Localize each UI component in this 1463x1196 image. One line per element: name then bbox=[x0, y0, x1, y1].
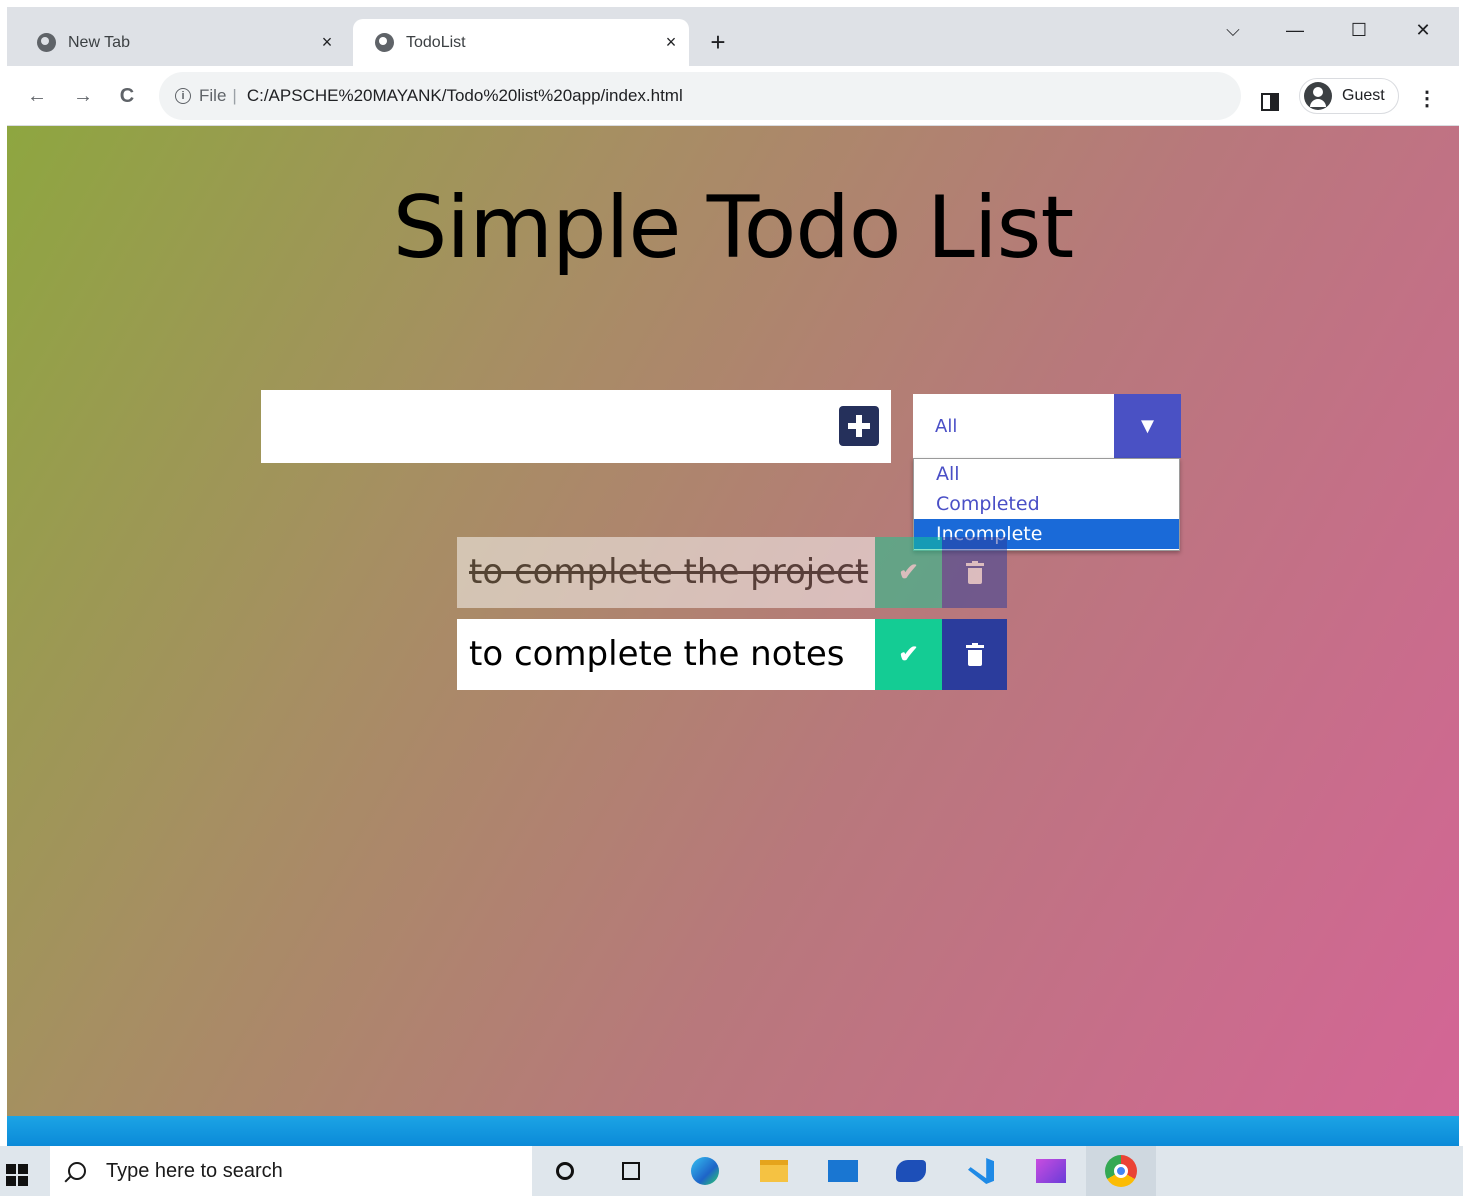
delete-button[interactable] bbox=[942, 619, 1007, 690]
paint-icon[interactable] bbox=[894, 1156, 928, 1186]
tab-strip: New Tab × TodoList × + ⌵ — ☐ ✕ bbox=[7, 7, 1459, 66]
trash-icon bbox=[965, 560, 984, 585]
add-todo-button[interactable] bbox=[839, 406, 879, 446]
browser-toolbar: ← → C i File | C:/APSCHE%20MAYANK/Todo%2… bbox=[7, 66, 1459, 126]
edge-icon[interactable] bbox=[688, 1156, 722, 1186]
url-text[interactable]: C:/APSCHE%20MAYANK/Todo%20list%20app/ind… bbox=[247, 86, 683, 106]
globe-icon bbox=[375, 33, 394, 52]
page-title: Simple Todo List bbox=[392, 178, 1074, 278]
clip-icon[interactable] bbox=[1034, 1156, 1068, 1186]
back-button[interactable]: ← bbox=[21, 80, 53, 112]
cortana-icon[interactable] bbox=[548, 1156, 582, 1186]
page-content: Simple Todo List All ▼ All Completed Inc… bbox=[7, 126, 1459, 1123]
tab-search-icon[interactable]: ⌵ bbox=[1211, 13, 1255, 47]
tab-close-icon[interactable]: × bbox=[315, 31, 339, 55]
globe-icon bbox=[37, 33, 56, 52]
todo-text: to complete the notes bbox=[457, 619, 875, 690]
profile-label: Guest bbox=[1342, 87, 1385, 104]
minimize-button[interactable]: — bbox=[1273, 13, 1317, 47]
dropdown-arrow-icon[interactable]: ▼ bbox=[1114, 394, 1181, 458]
delete-button[interactable] bbox=[942, 537, 1007, 608]
tab-title: TodoList bbox=[406, 33, 466, 51]
check-icon: ✔ bbox=[898, 559, 919, 586]
vscode-icon[interactable] bbox=[964, 1156, 998, 1186]
search-placeholder: Type here to search bbox=[106, 1159, 283, 1182]
check-icon: ✔ bbox=[898, 641, 919, 668]
filter-option-all[interactable]: All bbox=[914, 459, 1179, 489]
complete-button[interactable]: ✔ bbox=[875, 537, 942, 608]
tab-title: New Tab bbox=[68, 33, 130, 51]
taskbar-search[interactable]: Type here to search bbox=[50, 1146, 532, 1196]
forward-button[interactable]: → bbox=[67, 80, 99, 112]
mail-icon[interactable] bbox=[826, 1156, 860, 1186]
url-separator: | bbox=[232, 86, 237, 105]
file-explorer-icon[interactable] bbox=[757, 1156, 791, 1186]
info-icon[interactable]: i bbox=[175, 88, 191, 104]
close-window-button[interactable]: ✕ bbox=[1401, 13, 1445, 47]
todo-input[interactable] bbox=[261, 390, 891, 463]
new-tab-button[interactable]: + bbox=[703, 27, 733, 57]
desktop-strip bbox=[7, 1116, 1459, 1146]
url-scheme: File bbox=[199, 86, 227, 105]
search-icon bbox=[68, 1162, 86, 1180]
todo-text: to complete the project bbox=[457, 537, 875, 608]
complete-button[interactable]: ✔ bbox=[875, 619, 942, 690]
trash-icon bbox=[965, 642, 984, 667]
taskbar: Type here to search bbox=[0, 1146, 1463, 1196]
filter-selected-value: All bbox=[935, 416, 958, 437]
windows-start-icon[interactable] bbox=[6, 1164, 28, 1186]
task-view-icon[interactable] bbox=[614, 1156, 648, 1186]
tab-new-tab[interactable]: New Tab × bbox=[15, 19, 345, 66]
reload-button[interactable]: C bbox=[111, 80, 143, 112]
menu-icon[interactable]: ⋮ bbox=[1417, 88, 1437, 110]
browser-window: New Tab × TodoList × + ⌵ — ☐ ✕ ← → C i F… bbox=[7, 7, 1459, 1147]
filter-select[interactable]: All ▼ bbox=[913, 394, 1181, 458]
filter-option-completed[interactable]: Completed bbox=[914, 489, 1179, 519]
profile-button[interactable]: Guest bbox=[1299, 78, 1399, 114]
todo-item: to complete the notes ✔ bbox=[457, 619, 1007, 690]
avatar bbox=[1304, 82, 1332, 110]
tab-close-icon[interactable]: × bbox=[659, 31, 683, 55]
maximize-button[interactable]: ☐ bbox=[1337, 13, 1381, 47]
todo-item: to complete the project ✔ bbox=[457, 537, 1007, 608]
side-panel-icon[interactable] bbox=[1261, 93, 1279, 111]
address-bar[interactable]: i File | C:/APSCHE%20MAYANK/Todo%20list%… bbox=[159, 72, 1241, 120]
chrome-icon[interactable] bbox=[1086, 1146, 1156, 1196]
tab-todolist[interactable]: TodoList × bbox=[353, 19, 689, 66]
